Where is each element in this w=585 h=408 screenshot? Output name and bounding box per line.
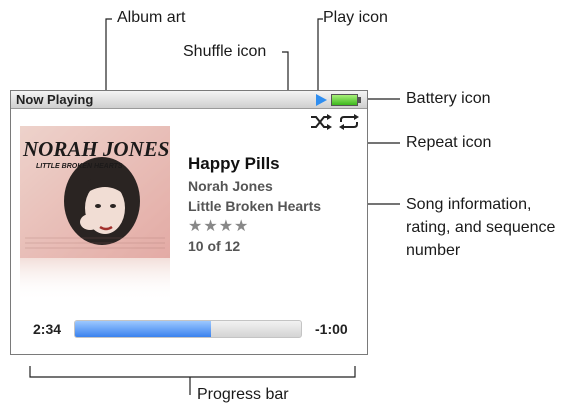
play-icon-label: Play icon [323, 9, 388, 26]
battery-tip [358, 97, 361, 103]
shuffle-icon-label: Shuffle icon [183, 43, 267, 60]
song-title: Happy Pills [188, 154, 280, 173]
play-icon [316, 94, 327, 106]
title-bar: Now Playing [11, 91, 367, 109]
song-artist: Norah Jones [188, 178, 273, 194]
song-info-label-line2: rating, and sequence [406, 219, 556, 236]
album-art-label: Album art [117, 9, 186, 26]
progress-bar-label: Progress bar [197, 386, 289, 403]
album-art-artist-text: NORAH JONES [22, 137, 169, 161]
battery-icon [331, 94, 358, 106]
screen-title: Now Playing [16, 92, 94, 107]
song-info-label-line1: Song information, [406, 196, 532, 213]
album-art: NORAH JONES LITTLE BROKEN HEARTS [20, 126, 170, 301]
song-info-label-line3: number [406, 242, 461, 259]
sequence-number: 10 of 12 [188, 238, 241, 254]
progress-bar[interactable] [74, 320, 302, 338]
time-remaining: -1:00 [315, 321, 348, 337]
album-art-album-text: LITTLE BROKEN HEARTS [36, 163, 123, 170]
now-playing-screen: Now Playing NORAH JONES LITTLE BROKEN HE… [10, 90, 368, 355]
battery-icon-label: Battery icon [406, 90, 491, 107]
rating-stars[interactable]: ★★★★ [188, 216, 249, 236]
repeat-icon-label: Repeat icon [406, 134, 492, 151]
repeat-icon[interactable] [338, 113, 360, 131]
shuffle-icon[interactable] [310, 113, 332, 131]
time-elapsed: 2:34 [33, 321, 62, 337]
song-album: Little Broken Hearts [188, 198, 322, 214]
progress-fill [75, 321, 211, 337]
